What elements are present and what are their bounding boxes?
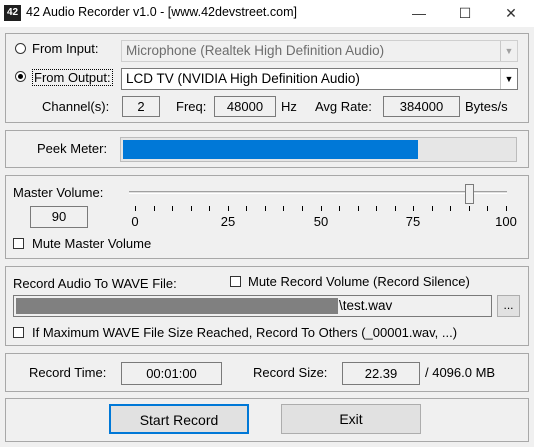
record-size-total: / 4096.0 MB [425,365,496,380]
volume-tick [358,206,359,211]
output-device-select[interactable]: LCD TV (NVIDIA High Definition Audio) ▼ [121,68,518,90]
window-title: 42 Audio Recorder v1.0 - [www.42devstree… [26,5,297,19]
record-time-value: 00:01:00 [121,362,222,385]
from-output-label: From Output: [32,69,113,86]
volume-tick-label: 75 [405,214,421,229]
freq-label: Freq: [176,99,207,114]
volume-tick [246,206,247,211]
mute-record-volume-checkbox[interactable] [230,276,241,287]
volume-tick [395,206,396,211]
volume-tick-label: 50 [313,214,329,229]
volume-tick [321,206,322,211]
from-output-radio[interactable] [15,71,26,82]
volume-tick [228,206,229,211]
volume-tick [209,206,210,211]
peek-meter-bar [120,137,517,162]
chevron-down-icon: ▼ [500,41,517,61]
volume-tick-label: 0 [131,214,139,229]
from-input-radio[interactable] [15,43,26,54]
master-volume-value: 90 [30,206,88,228]
file-path-field[interactable]: \test.wav [13,295,492,317]
maximize-icon[interactable]: ☐ [442,0,488,27]
volume-tick [302,206,303,211]
mute-record-volume-label: Mute Record Volume (Record Silence) [248,274,470,289]
volume-tick [432,206,433,211]
actions-group [5,398,529,442]
channels-label: Channel(s): [42,99,110,114]
channels-value: 2 [122,96,160,117]
volume-tick-label: 100 [495,214,517,229]
volume-slider-thumb[interactable] [465,184,474,204]
app-icon: 42 [4,5,21,21]
record-size-value: 22.39 [342,362,420,385]
input-device-select[interactable]: Microphone (Realtek High Definition Audi… [121,40,518,62]
minimize-icon[interactable]: — [396,0,442,27]
volume-tick [191,206,192,211]
avg-rate-unit: Bytes/s [465,99,508,114]
volume-tick [154,206,155,211]
volume-tick [265,206,266,211]
peek-meter-fill [123,140,418,159]
file-path-suffix: \test.wav [339,298,393,313]
mute-master-volume-checkbox[interactable] [13,238,24,249]
exit-button[interactable]: Exit [281,404,421,434]
record-time-label: Record Time: [29,365,107,380]
volume-tick [413,206,414,211]
browse-button[interactable]: ... [497,295,520,317]
volume-tick [450,206,451,211]
peek-meter-label: Peek Meter: [37,141,108,156]
record-file-label: Record Audio To WAVE File: [13,276,177,291]
volume-tick [506,206,507,211]
volume-tick [135,206,136,211]
volume-tick [339,206,340,211]
input-device-value: Microphone (Realtek High Definition Audi… [126,43,385,58]
max-size-label: If Maximum WAVE File Size Reached, Recor… [32,325,458,340]
start-record-button[interactable]: Start Record [109,404,249,434]
volume-tick [376,206,377,211]
avg-rate-value: 384000 [383,96,460,117]
volume-tick [487,206,488,211]
close-icon[interactable]: ✕ [488,0,534,27]
chevron-down-icon: ▼ [500,69,517,89]
freq-value: 48000 [214,96,276,117]
avg-rate-label: Avg Rate: [315,99,372,114]
mute-master-volume-label: Mute Master Volume [32,236,152,251]
volume-slider-track[interactable] [129,191,507,194]
max-size-checkbox[interactable] [13,327,24,338]
volume-tick [172,206,173,211]
record-size-label: Record Size: [253,365,328,380]
from-input-label: From Input: [32,41,99,56]
redacted-path-block [16,298,338,314]
master-volume-label: Master Volume: [13,185,104,200]
output-device-value: LCD TV (NVIDIA High Definition Audio) [126,71,360,86]
volume-tick [469,206,470,211]
volume-tick [283,206,284,211]
volume-tick-label: 25 [220,214,236,229]
freq-unit: Hz [281,99,297,114]
